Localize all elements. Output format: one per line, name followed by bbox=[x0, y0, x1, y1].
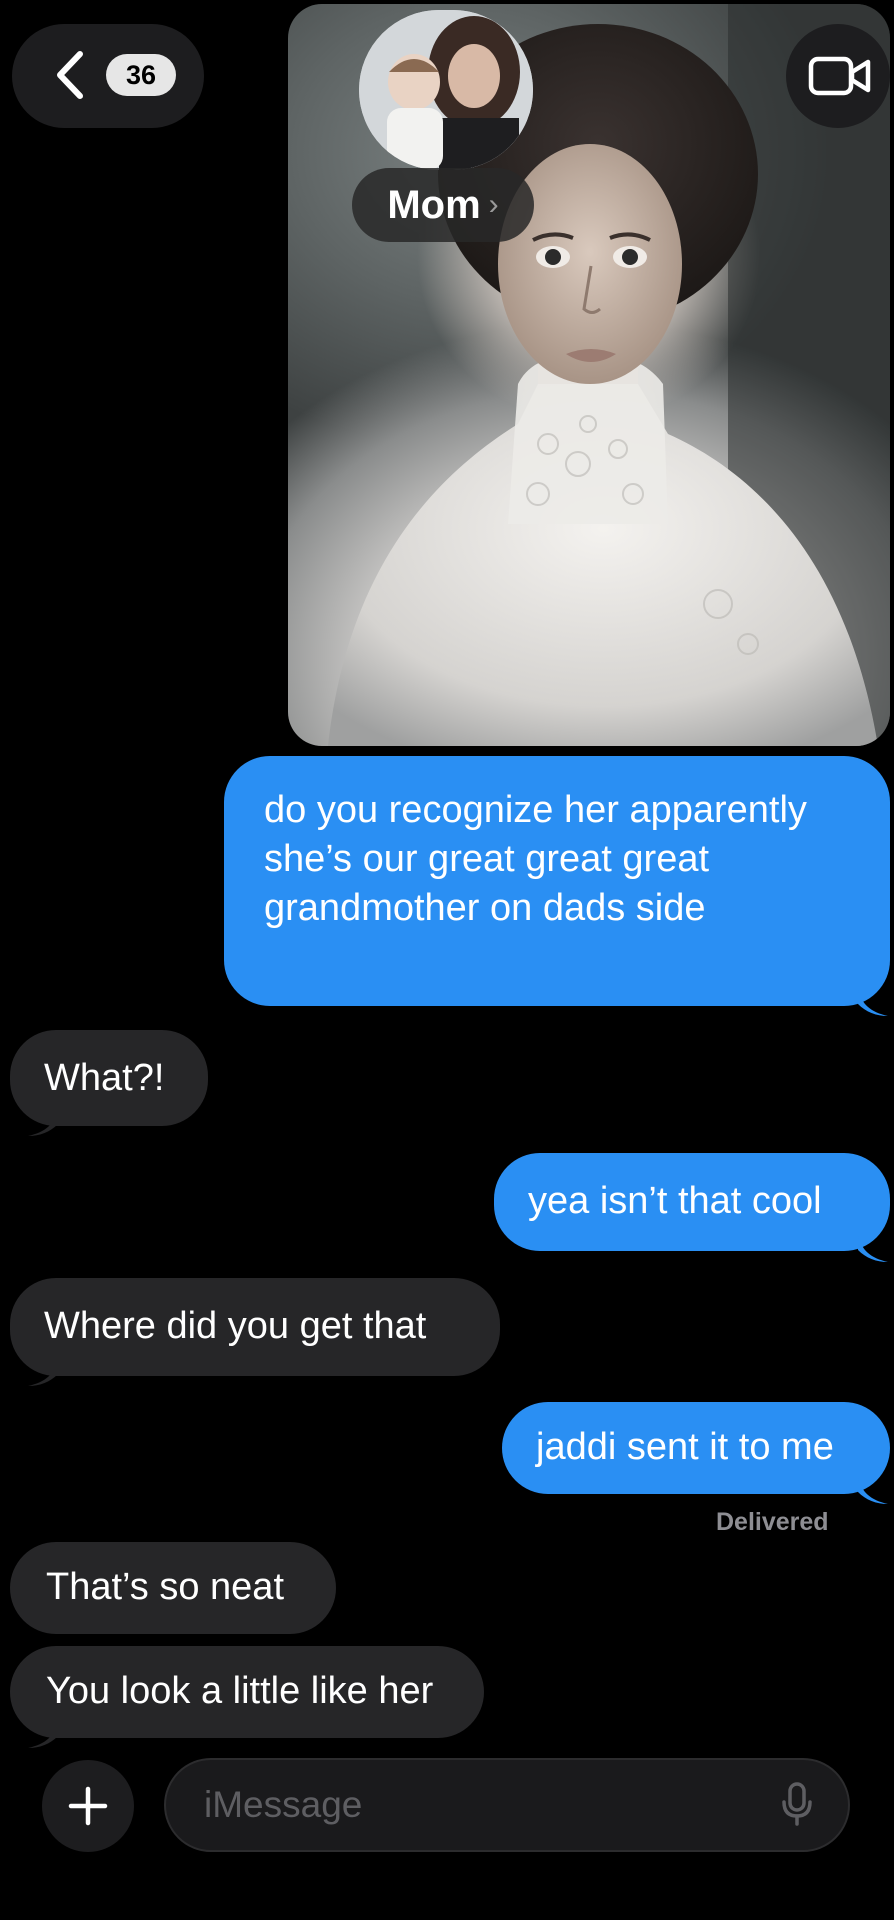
video-camera-icon bbox=[808, 56, 871, 96]
unread-count-badge: 36 bbox=[106, 54, 176, 96]
chevron-left-icon bbox=[57, 51, 83, 99]
message-bubble-sent[interactable]: jaddi sent it to me bbox=[502, 1402, 890, 1494]
message-bubble-received[interactable]: Where did you get that bbox=[10, 1278, 500, 1376]
contact-avatar[interactable] bbox=[359, 10, 533, 170]
contact-name: Mom bbox=[387, 182, 481, 227]
video-call-button[interactable] bbox=[786, 24, 890, 128]
message-bubble-received[interactable]: That’s so neat bbox=[10, 1542, 336, 1634]
avatar-photo bbox=[359, 10, 533, 170]
apps-plus-button[interactable] bbox=[42, 1760, 134, 1852]
delivered-status: Delivered bbox=[716, 1508, 829, 1536]
bubble-tail bbox=[858, 1236, 888, 1262]
bubble-tail bbox=[28, 1110, 58, 1136]
chevron-right-icon: › bbox=[488, 188, 499, 221]
input-placeholder: iMessage bbox=[204, 1784, 363, 1825]
bubble-tail bbox=[858, 1478, 888, 1504]
back-button[interactable]: 36 bbox=[12, 24, 204, 128]
message-bubble-sent[interactable]: yea isn’t that cool bbox=[494, 1153, 890, 1251]
contact-name-button[interactable]: Mom › bbox=[352, 168, 534, 242]
plus-icon bbox=[68, 1786, 108, 1826]
message-bubble-sent[interactable]: do you recognize her apparently she’s ou… bbox=[224, 756, 890, 1006]
message-bubble-received[interactable]: You look a little like her bbox=[10, 1646, 484, 1738]
bubble-tail bbox=[858, 990, 888, 1016]
imessage-input[interactable]: iMessage bbox=[164, 1758, 850, 1852]
bubble-tail bbox=[28, 1360, 58, 1386]
bubble-tail bbox=[28, 1722, 58, 1748]
microphone-icon[interactable] bbox=[782, 1782, 812, 1828]
